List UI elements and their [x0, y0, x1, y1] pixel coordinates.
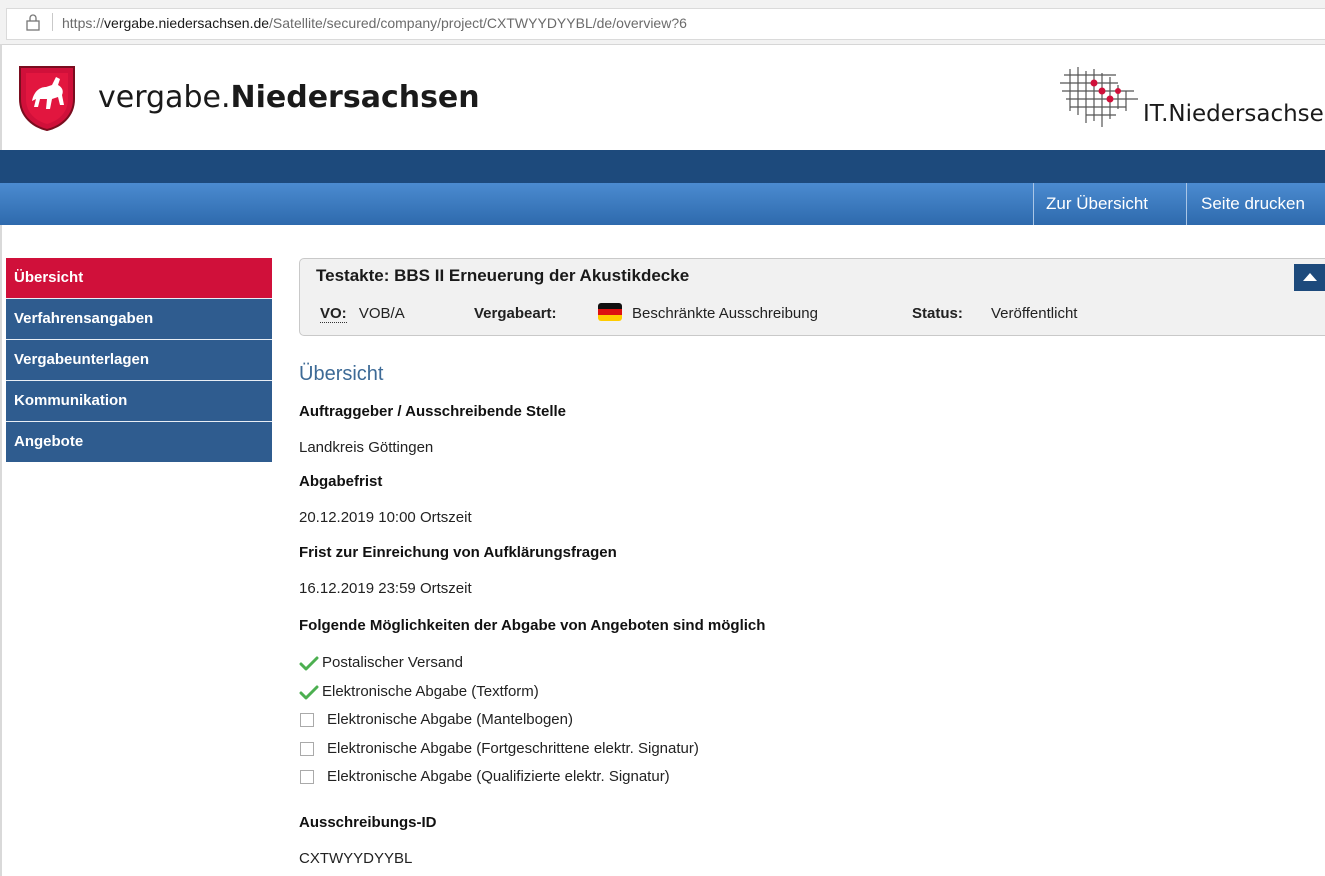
unchecked-box-icon	[300, 770, 314, 784]
ausschreibungs-id-label: Ausschreibungs-ID	[299, 814, 437, 831]
checkmark-icon	[299, 656, 319, 671]
options-heading: Folgende Möglichkeiten der Abgabe von An…	[299, 617, 766, 634]
ausschreibungs-id-value: CXTWYYDYYBL	[299, 850, 413, 867]
section-value-fragenfrist: 16.12.2019 23:59 Ortszeit	[299, 580, 472, 597]
section-value-auftraggeber: Landkreis Göttingen	[299, 439, 434, 456]
section-label-fragenfrist: Frist zur Einreichung von Aufklärungsfra…	[299, 544, 617, 561]
address-separator	[52, 13, 53, 31]
vo-field: VO: VOB/A	[320, 305, 405, 323]
header-band	[0, 150, 1325, 183]
page-title: Übersicht	[299, 363, 384, 385]
option-postalischer-versand: Postalischer Versand	[322, 654, 463, 671]
brand-bold: Niedersachsen	[230, 80, 480, 115]
german-flag-icon	[598, 303, 622, 321]
section-label-abgabefrist: Abgabefrist	[299, 473, 383, 490]
it-niedersachsen-logo[interactable]	[1056, 63, 1146, 129]
url-host: vergabe.niedersachsen.de	[104, 15, 270, 31]
option-elektronisch-qualifiziert: Elektronische Abgabe (Qualifizierte elek…	[327, 768, 670, 785]
browser-address-bar: https://vergabe.niedersachsen.de/Satelli…	[0, 0, 1325, 45]
lock-icon	[26, 14, 40, 31]
sidebar-item-vergabeunterlagen[interactable]: Vergabeunterlagen	[6, 340, 272, 380]
vo-label[interactable]: VO:	[320, 305, 347, 323]
url-path: /Satellite/secured/company/project/CXTWY…	[269, 15, 687, 31]
status-label: Status:	[912, 305, 963, 322]
option-elektronisch-fortgeschritten: Elektronische Abgabe (Fortgeschrittene e…	[327, 740, 699, 757]
checkmark-icon	[299, 685, 319, 700]
section-label-auftraggeber: Auftraggeber / Ausschreibende Stelle	[299, 403, 567, 420]
partner-name: IT.Niedersachsen	[1143, 101, 1325, 127]
unchecked-box-icon	[300, 742, 314, 756]
collapse-button[interactable]	[1294, 264, 1325, 291]
overview-link[interactable]: Zur Übersicht	[1046, 183, 1148, 225]
brand-light: vergabe.	[98, 80, 231, 115]
status-value: Veröffentlicht	[991, 305, 1078, 322]
vergabeart-label: Vergabeart:	[474, 305, 557, 322]
sidebar-item-angebote[interactable]: Angebote	[6, 422, 272, 462]
print-page-link[interactable]: Seite drucken	[1201, 183, 1305, 225]
niedersachsen-crest-logo[interactable]	[18, 65, 76, 131]
sidebar-item-verfahrensangaben[interactable]: Verfahrensangaben	[6, 299, 272, 339]
option-elektronisch-mantelbogen: Elektronische Abgabe (Mantelbogen)	[327, 711, 573, 728]
option-elektronisch-textform: Elektronische Abgabe (Textform)	[322, 683, 539, 700]
sidebar-item-uebersicht[interactable]: Übersicht	[6, 258, 272, 298]
sidebar-item-kommunikation[interactable]: Kommunikation	[6, 381, 272, 421]
vo-value: VOB/A	[358, 305, 405, 322]
unchecked-box-icon	[300, 713, 314, 727]
nav-divider	[1186, 183, 1187, 225]
nav-divider	[1033, 183, 1034, 225]
vergabeart-value: Beschränkte Ausschreibung	[632, 305, 818, 322]
site-brand[interactable]: vergabe.Niedersachsen	[98, 80, 480, 115]
section-value-abgabefrist: 20.12.2019 10:00 Ortszeit	[299, 509, 472, 526]
url-text[interactable]: https://vergabe.niedersachsen.de/Satelli…	[62, 15, 687, 31]
url-prefix: https://	[62, 15, 105, 31]
project-title: Testakte: BBS II Erneuerung der Akustikd…	[316, 266, 690, 285]
